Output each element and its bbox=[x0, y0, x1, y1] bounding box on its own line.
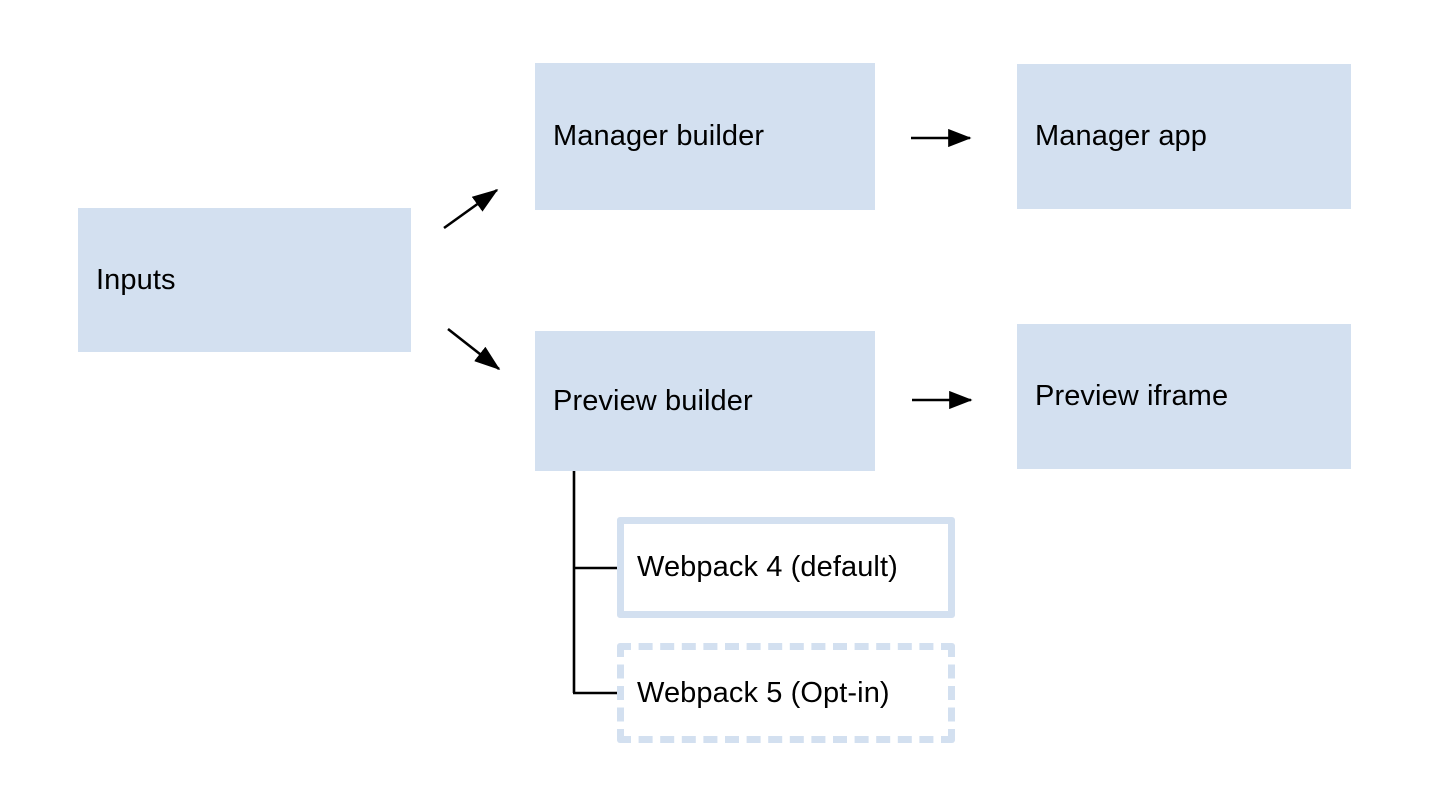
node-manager-app: Manager app bbox=[1017, 64, 1351, 209]
node-webpack-5: Webpack 5 (Opt-in) bbox=[617, 643, 955, 743]
diagram-canvas: Inputs Manager builder Manager app Previ… bbox=[0, 0, 1436, 812]
node-inputs: Inputs bbox=[78, 208, 411, 352]
node-preview-iframe: Preview iframe bbox=[1017, 324, 1351, 469]
node-manager-builder-label: Manager builder bbox=[553, 120, 765, 153]
node-preview-builder: Preview builder bbox=[535, 331, 875, 471]
node-manager-builder: Manager builder bbox=[535, 63, 875, 210]
node-webpack-4: Webpack 4 (default) bbox=[617, 517, 955, 618]
node-manager-app-label: Manager app bbox=[1035, 120, 1207, 153]
node-preview-iframe-label: Preview iframe bbox=[1035, 380, 1229, 413]
node-inputs-label: Inputs bbox=[96, 263, 176, 296]
node-webpack-5-label: Webpack 5 (Opt-in) bbox=[637, 676, 890, 709]
edge-inputs-to-preview-builder bbox=[447, 327, 501, 371]
node-preview-builder-label: Preview builder bbox=[553, 384, 753, 417]
edge-inputs-to-manager-builder bbox=[443, 188, 499, 230]
node-webpack-4-label: Webpack 4 (default) bbox=[637, 551, 898, 584]
